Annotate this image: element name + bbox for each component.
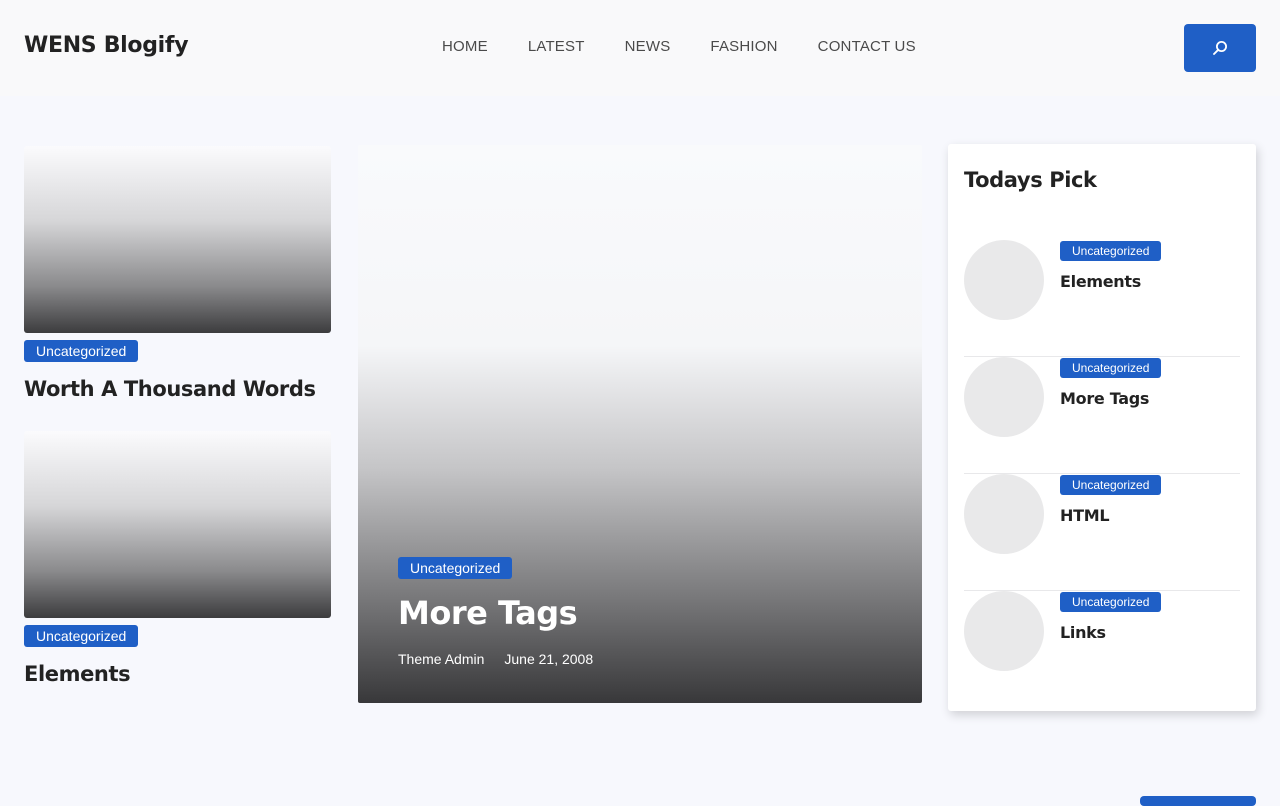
featured-meta: Theme Admin June 21, 2008 <box>398 651 593 667</box>
pick-title[interactable]: Elements <box>1060 272 1141 291</box>
pick-item: Uncategorized More Tags <box>964 357 1240 474</box>
pick-item: Uncategorized Links <box>964 591 1240 708</box>
pick-title[interactable]: HTML <box>1060 506 1110 525</box>
post-thumbnail[interactable] <box>24 146 331 333</box>
featured-author[interactable]: Theme Admin <box>398 651 484 667</box>
nav-home[interactable]: HOME <box>442 38 488 56</box>
post-title[interactable]: Worth A Thousand Words <box>24 377 316 401</box>
nav-news[interactable]: NEWS <box>625 38 671 56</box>
featured-title[interactable]: More Tags <box>398 594 578 632</box>
post-thumbnail[interactable] <box>24 431 331 618</box>
search-icon <box>1213 41 1227 55</box>
pick-item: Uncategorized HTML <box>964 474 1240 591</box>
pick-title[interactable]: More Tags <box>1060 389 1149 408</box>
featured-date[interactable]: June 21, 2008 <box>504 651 593 667</box>
nav-latest[interactable]: LATEST <box>528 38 585 56</box>
pick-category-badge[interactable]: Uncategorized <box>1060 241 1162 261</box>
pick-category-badge[interactable]: Uncategorized <box>1060 592 1162 612</box>
main-nav: HOME LATEST NEWS FASHION CONTACT US <box>442 38 916 56</box>
featured-category-badge[interactable]: Uncategorized <box>398 557 513 579</box>
site-header: WENS Blogify HOME LATEST NEWS FASHION CO… <box>0 0 1280 96</box>
post-title[interactable]: Elements <box>24 662 131 686</box>
site-logo[interactable]: WENS Blogify <box>24 33 189 58</box>
pick-thumbnail[interactable] <box>964 474 1044 554</box>
pick-thumbnail[interactable] <box>964 591 1044 671</box>
partial-button[interactable] <box>1140 796 1256 806</box>
category-badge[interactable]: Uncategorized <box>24 340 139 362</box>
category-badge[interactable]: Uncategorized <box>24 625 139 647</box>
pick-thumbnail[interactable] <box>964 357 1044 437</box>
featured-post[interactable]: Uncategorized More Tags Theme Admin June… <box>358 145 922 703</box>
widget-title: Todays Pick <box>964 168 1097 192</box>
todays-pick-widget: Todays Pick Uncategorized Elements Uncat… <box>948 144 1256 711</box>
pick-thumbnail[interactable] <box>964 240 1044 320</box>
pick-category-badge[interactable]: Uncategorized <box>1060 358 1162 378</box>
nav-fashion[interactable]: FASHION <box>710 38 777 56</box>
pick-category-badge[interactable]: Uncategorized <box>1060 475 1162 495</box>
pick-title[interactable]: Links <box>1060 623 1106 642</box>
pick-item: Uncategorized Elements <box>964 240 1240 357</box>
nav-contact-us[interactable]: CONTACT US <box>818 38 916 56</box>
search-button[interactable] <box>1184 24 1256 72</box>
